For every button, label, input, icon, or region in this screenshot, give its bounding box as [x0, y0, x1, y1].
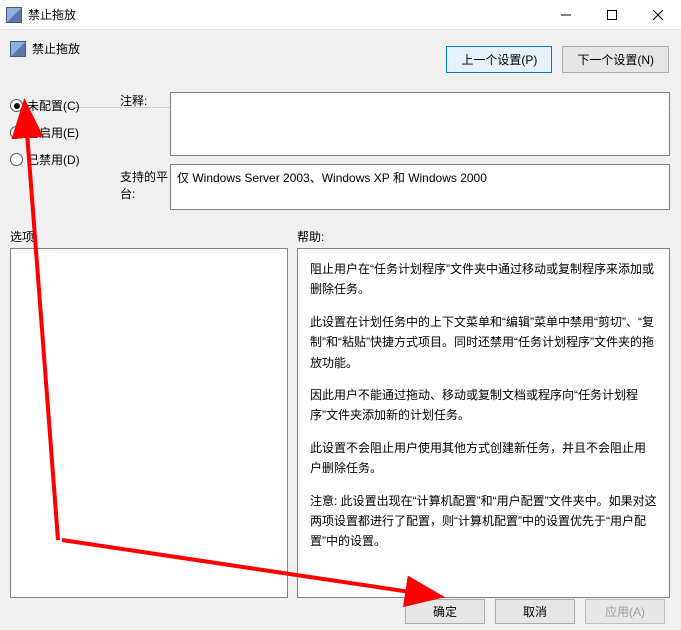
app-icon	[6, 7, 22, 23]
radio-icon	[10, 99, 23, 112]
close-button[interactable]	[635, 0, 681, 30]
comment-textarea[interactable]	[170, 92, 670, 156]
help-panel[interactable]: 阻止用户在“任务计划程序”文件夹中通过移动或复制程序来添加或删除任务。 此设置在…	[297, 248, 670, 598]
apply-button: 应用(A)	[585, 599, 665, 624]
options-panel	[10, 248, 288, 598]
prev-setting-button[interactable]: 上一个设置(P)	[446, 46, 552, 73]
radio-icon	[10, 153, 23, 166]
help-paragraph: 注意: 此设置出现在“计算机配置”和“用户配置”文件夹中。如果对这两项设置都进行…	[310, 491, 657, 552]
radio-not-configured[interactable]: 未配置(C)	[10, 92, 110, 119]
window-title: 禁止拖放	[28, 6, 543, 23]
dialog-buttons: 确定 取消 应用(A)	[405, 599, 665, 624]
policy-icon	[10, 41, 26, 57]
radio-disabled[interactable]: 已禁用(D)	[10, 146, 110, 173]
cancel-button[interactable]: 取消	[495, 599, 575, 624]
radio-icon	[10, 126, 23, 139]
radio-enabled[interactable]: 已启用(E)	[10, 119, 110, 146]
help-label: 帮助:	[297, 228, 324, 245]
nav-buttons: 上一个设置(P) 下一个设置(N)	[446, 46, 669, 73]
state-radio-group: 未配置(C) 已启用(E) 已禁用(D)	[10, 92, 110, 173]
help-paragraph: 此设置不会阻止用户使用其他方式创建新任务，并且不会阻止用户删除任务。	[310, 438, 657, 479]
options-label: 选项:	[10, 228, 37, 245]
supported-on-text: 仅 Windows Server 2003、Windows XP 和 Windo…	[177, 171, 487, 185]
help-paragraph: 阻止用户在“任务计划程序”文件夹中通过移动或复制程序来添加或删除任务。	[310, 259, 657, 300]
ok-button[interactable]: 确定	[405, 599, 485, 624]
radio-label: 已启用(E)	[27, 124, 79, 141]
supported-on-box: 仅 Windows Server 2003、Windows XP 和 Windo…	[170, 164, 670, 210]
help-paragraph: 因此用户不能通过拖动、移动或复制文档或程序向“任务计划程序”文件夹添加新的计划任…	[310, 385, 657, 426]
titlebar: 禁止拖放	[0, 0, 681, 30]
help-paragraph: 此设置在计划任务中的上下文菜单和“编辑”菜单中禁用“剪切”、“复制”和“粘贴”快…	[310, 312, 657, 373]
minimize-button[interactable]	[543, 0, 589, 30]
maximize-button[interactable]	[589, 0, 635, 30]
body-area: 禁止拖放 上一个设置(P) 下一个设置(N) 未配置(C) 已启用(E) 已禁用…	[0, 30, 681, 630]
next-setting-button[interactable]: 下一个设置(N)	[562, 46, 669, 73]
radio-label: 未配置(C)	[27, 97, 80, 114]
radio-label: 已禁用(D)	[27, 151, 80, 168]
